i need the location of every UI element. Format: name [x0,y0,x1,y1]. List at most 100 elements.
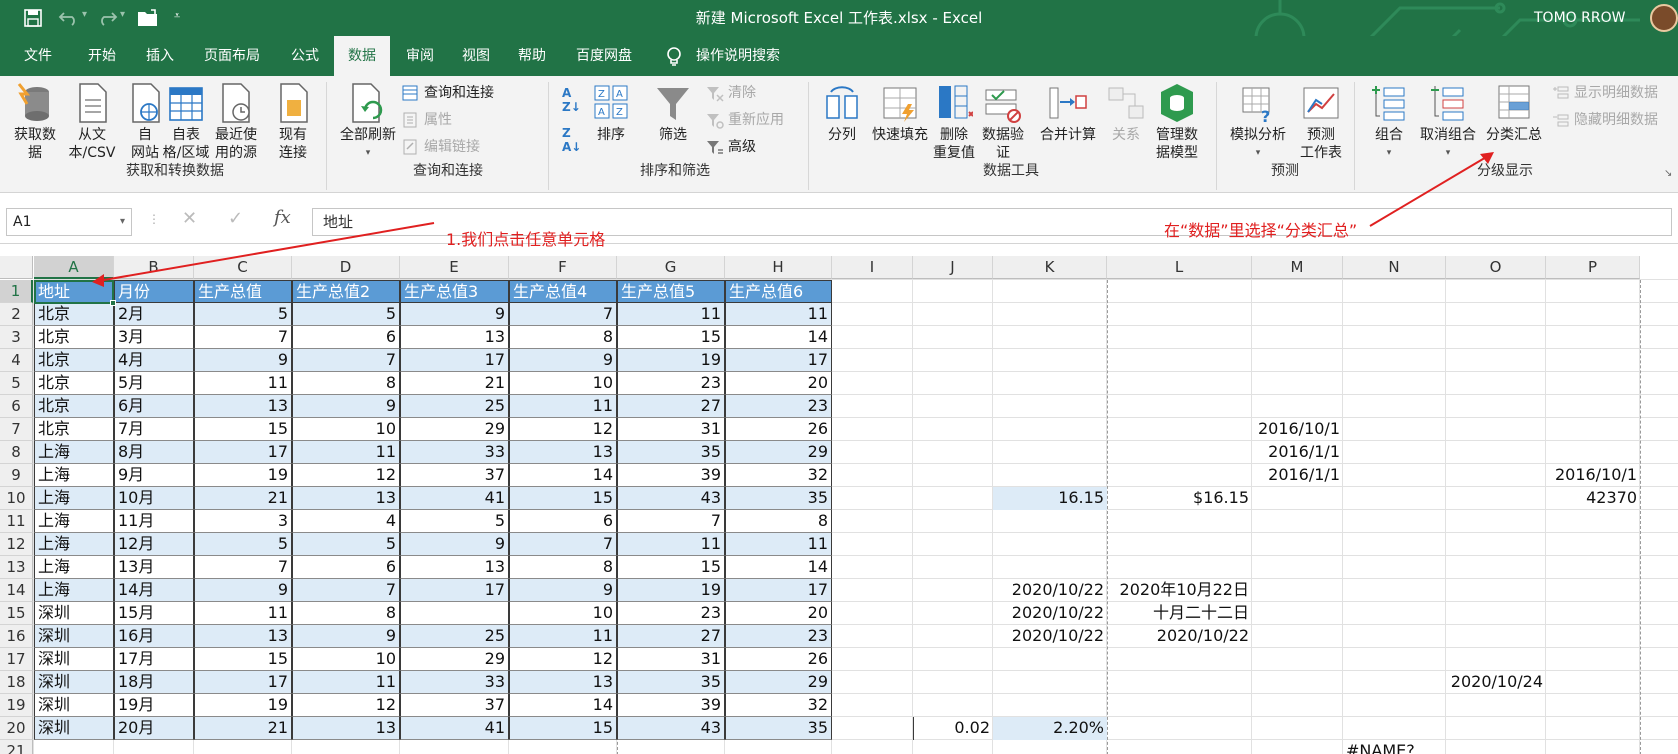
row-header-10[interactable]: 10 [0,487,33,510]
table-cell[interactable]: 北京 [34,349,114,372]
tab-home[interactable]: 开始 [74,36,130,76]
table-cell[interactable]: 17 [400,349,509,372]
row-header-11[interactable]: 11 [0,510,33,533]
table-cell[interactable]: 37 [400,694,509,717]
existing-connections-button[interactable]: 现有 连接 [270,82,316,162]
table-cell[interactable]: 上海 [34,510,114,533]
recent-sources-button[interactable]: 最近使 用的源 [210,82,262,162]
table-cell[interactable]: 27 [617,625,725,648]
table-cell[interactable]: 23 [617,602,725,625]
table-cell[interactable]: 7月 [114,418,194,441]
table-cell[interactable]: 19 [194,694,292,717]
table-header-cell[interactable]: 生产总值6 [725,280,832,303]
row-header-3[interactable]: 3 [0,326,33,349]
table-cell[interactable]: 12 [292,464,400,487]
name-box-dropdown-icon[interactable]: ▾ [120,209,125,235]
row-header-5[interactable]: 5 [0,372,33,395]
table-cell[interactable]: 15 [194,418,292,441]
name-box[interactable]: A1 ▾ [6,208,132,236]
table-cell[interactable]: 13 [292,717,400,740]
table-cell[interactable]: 25 [400,395,509,418]
table-cell[interactable]: 13 [194,395,292,418]
table-cell[interactable]: 9 [400,533,509,556]
cell-l10[interactable]: $16.15 [1107,487,1252,510]
queries-connections-button[interactable]: 查询和连接 [424,82,494,104]
table-cell[interactable]: 上海 [34,487,114,510]
row-header-21[interactable]: 21 [0,740,33,754]
table-cell[interactable]: 10月 [114,487,194,510]
row-header-13[interactable]: 13 [0,556,33,579]
forecast-sheet-button[interactable]: 预测 工作表 [1294,82,1348,162]
table-cell[interactable]: 13 [509,441,617,464]
cell-l15[interactable]: 十月二十二日 [1107,602,1252,625]
column-header-g[interactable]: G [617,256,725,279]
table-cell[interactable]: 上海 [34,556,114,579]
table-cell[interactable]: 11 [725,533,832,556]
hide-detail-button[interactable]: 隐藏明细数据 [1574,109,1658,131]
column-header-i[interactable]: I [832,256,913,279]
table-cell[interactable]: 37 [400,464,509,487]
table-cell[interactable]: 17 [194,441,292,464]
table-cell[interactable]: 4月 [114,349,194,372]
table-header-cell[interactable]: 月份 [114,280,194,303]
table-cell[interactable]: 17 [725,349,832,372]
table-cell[interactable]: 23 [725,395,832,418]
row-header-7[interactable]: 7 [0,418,33,441]
cell-k16[interactable]: 2020/10/22 [993,625,1107,648]
table-cell[interactable]: 7 [292,579,400,602]
table-cell[interactable]: 39 [617,464,725,487]
table-cell[interactable]: 3 [194,510,292,533]
tab-data[interactable]: 数据 [334,36,390,76]
table-cell[interactable]: 5 [292,533,400,556]
table-cell[interactable]: 8 [509,556,617,579]
column-header-f[interactable]: F [509,256,617,279]
cell-n21[interactable]: #NAME? [1343,740,1463,754]
table-cell[interactable]: 39 [617,694,725,717]
cell-k15[interactable]: 2020/10/22 [993,602,1107,625]
table-cell[interactable]: 41 [400,487,509,510]
show-detail-button[interactable]: 显示明细数据 [1574,82,1658,104]
table-cell[interactable]: 9 [292,625,400,648]
table-cell[interactable]: 14 [725,556,832,579]
table-cell[interactable]: 20 [725,372,832,395]
table-cell[interactable]: 19 [194,464,292,487]
row-header-12[interactable]: 12 [0,533,33,556]
cell-m9[interactable]: 2016/1/1 [1252,464,1343,487]
table-header-cell[interactable]: 生产总值2 [292,280,400,303]
row-header-20[interactable]: 20 [0,717,33,740]
table-cell[interactable]: 32 [725,694,832,717]
table-cell[interactable]: 17 [400,579,509,602]
table-cell[interactable]: 4 [292,510,400,533]
table-cell[interactable]: 33 [400,441,509,464]
fill-handle[interactable] [110,300,116,306]
table-cell[interactable]: 11 [725,303,832,326]
column-header-p[interactable]: P [1546,256,1640,279]
dialog-launcher-icon[interactable]: ↘ [1664,168,1672,179]
table-cell[interactable]: 8 [292,372,400,395]
table-cell[interactable]: 29 [725,441,832,464]
data-validation-button[interactable]: 数据验 证 [978,82,1028,162]
table-cell[interactable]: 14 [509,694,617,717]
table-cell[interactable]: 35 [617,671,725,694]
table-cell[interactable]: 11 [292,671,400,694]
table-cell[interactable]: 10 [509,372,617,395]
tab-insert[interactable]: 插入 [132,36,188,76]
row-header-16[interactable]: 16 [0,625,33,648]
table-cell[interactable]: 18月 [114,671,194,694]
table-cell[interactable]: 深圳 [34,717,114,740]
refresh-all-button[interactable]: 全部刷新 ▾ [336,82,400,162]
table-cell[interactable]: 深圳 [34,602,114,625]
table-cell[interactable]: 上海 [34,533,114,556]
table-cell[interactable]: 北京 [34,326,114,349]
table-cell[interactable]: 27 [617,395,725,418]
column-header-h[interactable]: H [725,256,832,279]
cell-k20[interactable]: 2.20% [993,717,1107,740]
table-cell[interactable]: 6月 [114,395,194,418]
column-header-k[interactable]: K [993,256,1107,279]
table-cell[interactable]: 9 [509,579,617,602]
table-header-cell[interactable]: 生产总值5 [617,280,725,303]
table-cell[interactable]: 5月 [114,372,194,395]
table-cell[interactable]: 12月 [114,533,194,556]
group-dropdown-icon[interactable]: ▾ [1366,144,1412,162]
from-table-button[interactable]: 自表 格/区域 [162,82,210,162]
